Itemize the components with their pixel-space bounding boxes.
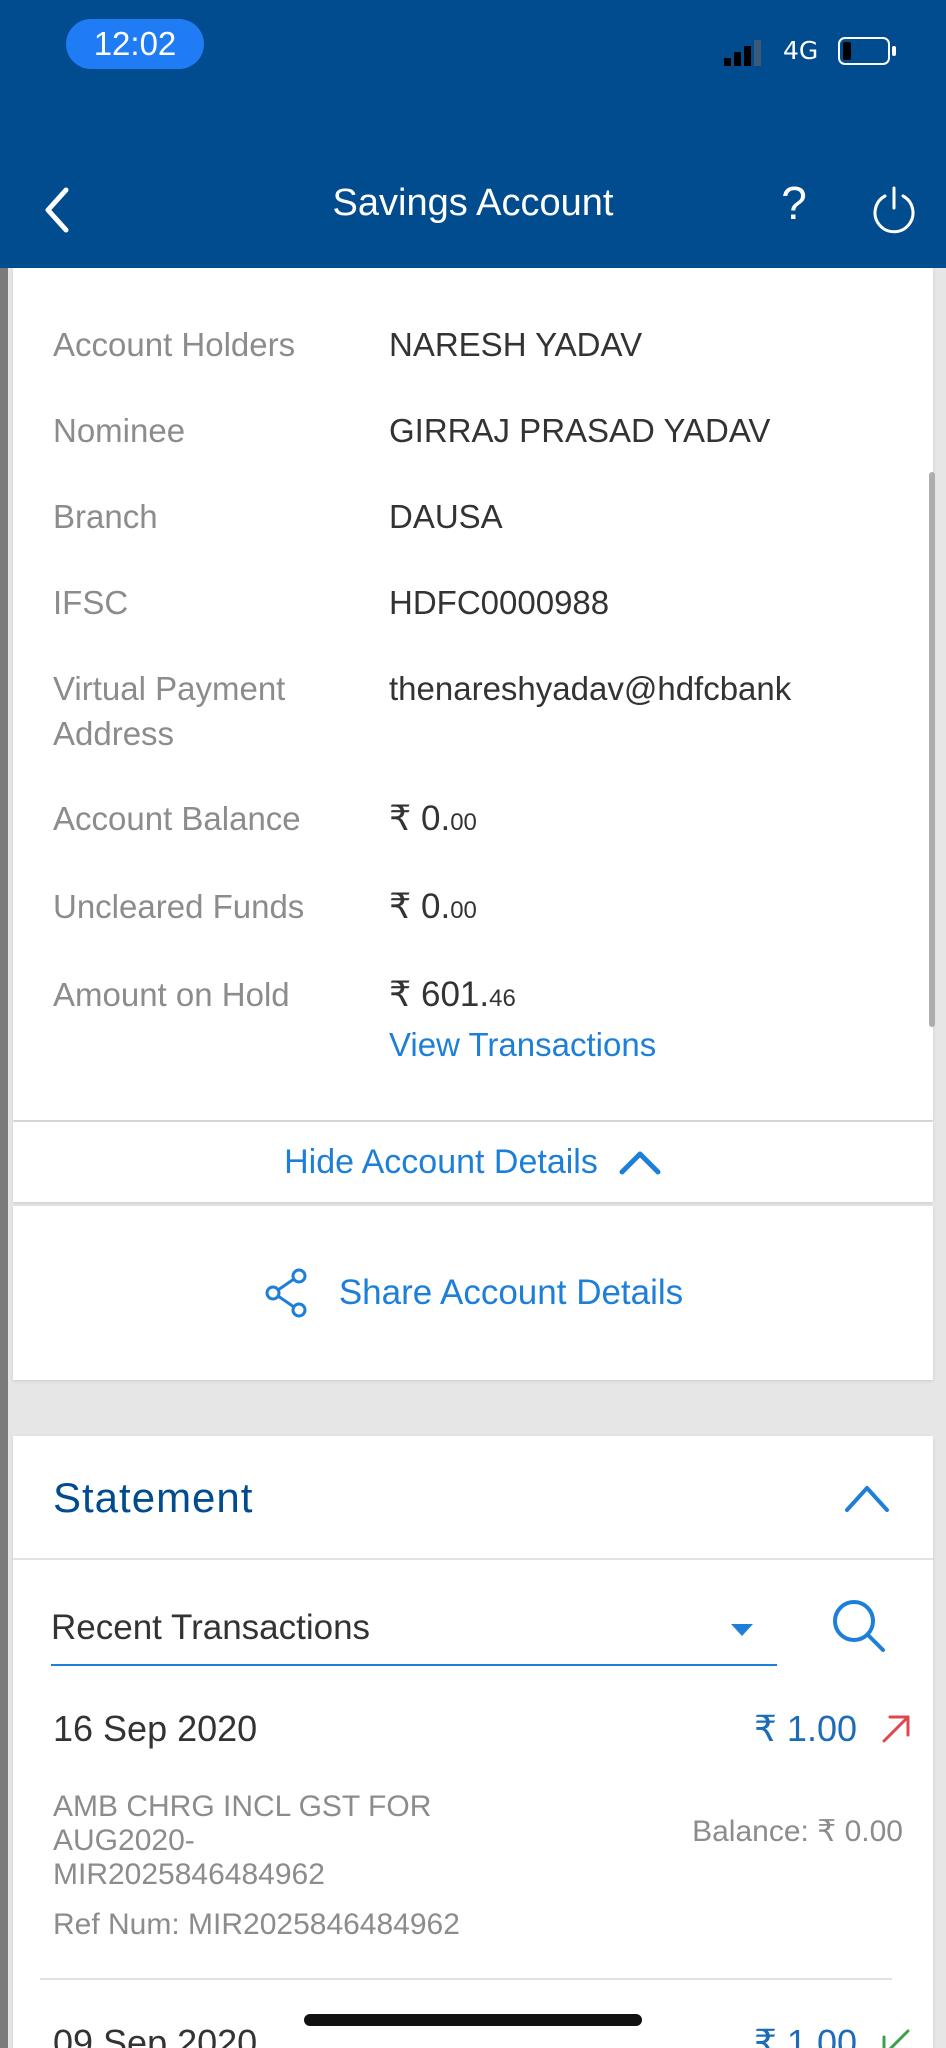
battery-icon (838, 37, 896, 65)
network-type: 4G (783, 36, 819, 65)
scrollbar[interactable] (929, 472, 935, 1027)
account-details-card: Account Holders NARESH YADAV Nominee GIR… (13, 268, 933, 1120)
help-button[interactable]: ? (774, 176, 814, 236)
debit-arrow-up-right-icon (882, 1715, 910, 1743)
transaction-desc-line2: AUG2020- (53, 1824, 195, 1857)
label-uncleared-funds: Uncleared Funds (53, 888, 305, 925)
hide-details-label: Hide Account Details (284, 1142, 598, 1181)
label-vpa: Virtual Payment Address (53, 666, 353, 756)
share-icon (265, 1268, 307, 1318)
statement-title: Statement (53, 1474, 254, 1521)
label-ifsc: IFSC (53, 584, 129, 621)
value-vpa: thenareshyadav@hdfcbank (389, 670, 792, 707)
label-nominee: Nominee (53, 412, 186, 449)
transaction-date: 09 Sep 2020 (53, 2022, 258, 2048)
share-details-content: Share Account Details (13, 1206, 933, 1380)
credit-arrow-down-left-icon (882, 2029, 910, 2048)
transaction-date: 16 Sep 2020 (53, 1708, 258, 1749)
search-icon[interactable] (829, 1596, 889, 1656)
home-indicator[interactable] (304, 2014, 642, 2026)
logout-power-icon[interactable] (870, 186, 918, 234)
transaction-desc-line3: MIR2025846484962 (53, 1858, 325, 1891)
statement-header[interactable]: Statement (13, 1436, 933, 1560)
balance-main: ₹ 0. (389, 799, 451, 838)
value-amount-on-hold: ₹ 601.46 (389, 972, 516, 1021)
transaction-amount: ₹ 1.00 (754, 2022, 857, 2048)
label-vpa-line2: Address (53, 715, 175, 752)
value-account-balance: ₹ 0.00 (389, 796, 477, 845)
transaction-item[interactable]: 16 Sep 2020 ₹ 1.00 AMB CHRG INCL GST FOR… (53, 1708, 913, 2008)
view-transactions-link[interactable]: View Transactions (389, 1022, 656, 1067)
label-vpa-line1: Virtual Payment (53, 670, 286, 707)
app-header: 12:02 4G Savings Account ? (0, 0, 946, 268)
balance-decimals: 00 (450, 809, 477, 836)
caret-down-icon (731, 1624, 753, 1636)
transaction-description: AMB CHRG INCL GST FOR AUG2020- MIR202584… (53, 1790, 473, 1892)
value-account-holders: NARESH YADAV (389, 326, 643, 363)
uncleared-main: ₹ 0. (389, 887, 451, 926)
label-account-holders: Account Holders (53, 326, 296, 363)
status-time: 12:02 (66, 19, 204, 69)
hide-details-content: Hide Account Details (13, 1122, 933, 1202)
transaction-desc-line1: AMB CHRG INCL GST FOR (53, 1790, 432, 1823)
value-ifsc: HDFC0000988 (389, 584, 610, 621)
chevron-up-icon[interactable] (843, 1480, 891, 1516)
statement-card: Statement Recent Transactions 16 Sep 202… (13, 1436, 933, 2048)
hide-account-details-button[interactable]: Hide Account Details (13, 1122, 933, 1202)
transaction-divider (40, 1978, 892, 1980)
share-account-details-button[interactable]: Share Account Details (13, 1206, 933, 1380)
value-uncleared-funds: ₹ 0.00 (389, 884, 477, 933)
signal-strength-icon (724, 40, 761, 66)
transaction-balance: Balance: ₹ 0.00 (692, 1815, 903, 1848)
transaction-amount: ₹ 1.00 (754, 1708, 857, 1749)
label-branch: Branch (53, 498, 158, 535)
filter-selected-value: Recent Transactions (51, 1608, 371, 1647)
transaction-ref-number: Ref Num: MIR2025846484962 (53, 1908, 460, 1941)
label-account-balance: Account Balance (53, 800, 301, 837)
chevron-up-icon (619, 1151, 661, 1175)
share-details-label: Share Account Details (338, 1273, 684, 1312)
uncleared-decimals: 00 (450, 897, 477, 924)
label-amount-on-hold: Amount on Hold (53, 976, 290, 1013)
transaction-filter-dropdown[interactable]: Recent Transactions (51, 1596, 777, 1666)
value-nominee: GIRRAJ PRASAD YADAV (389, 412, 771, 449)
left-edge-shadow (0, 268, 8, 2048)
hold-main: ₹ 601. (389, 975, 490, 1014)
hold-decimals: 46 (489, 985, 516, 1012)
value-branch: DAUSA (389, 498, 503, 535)
